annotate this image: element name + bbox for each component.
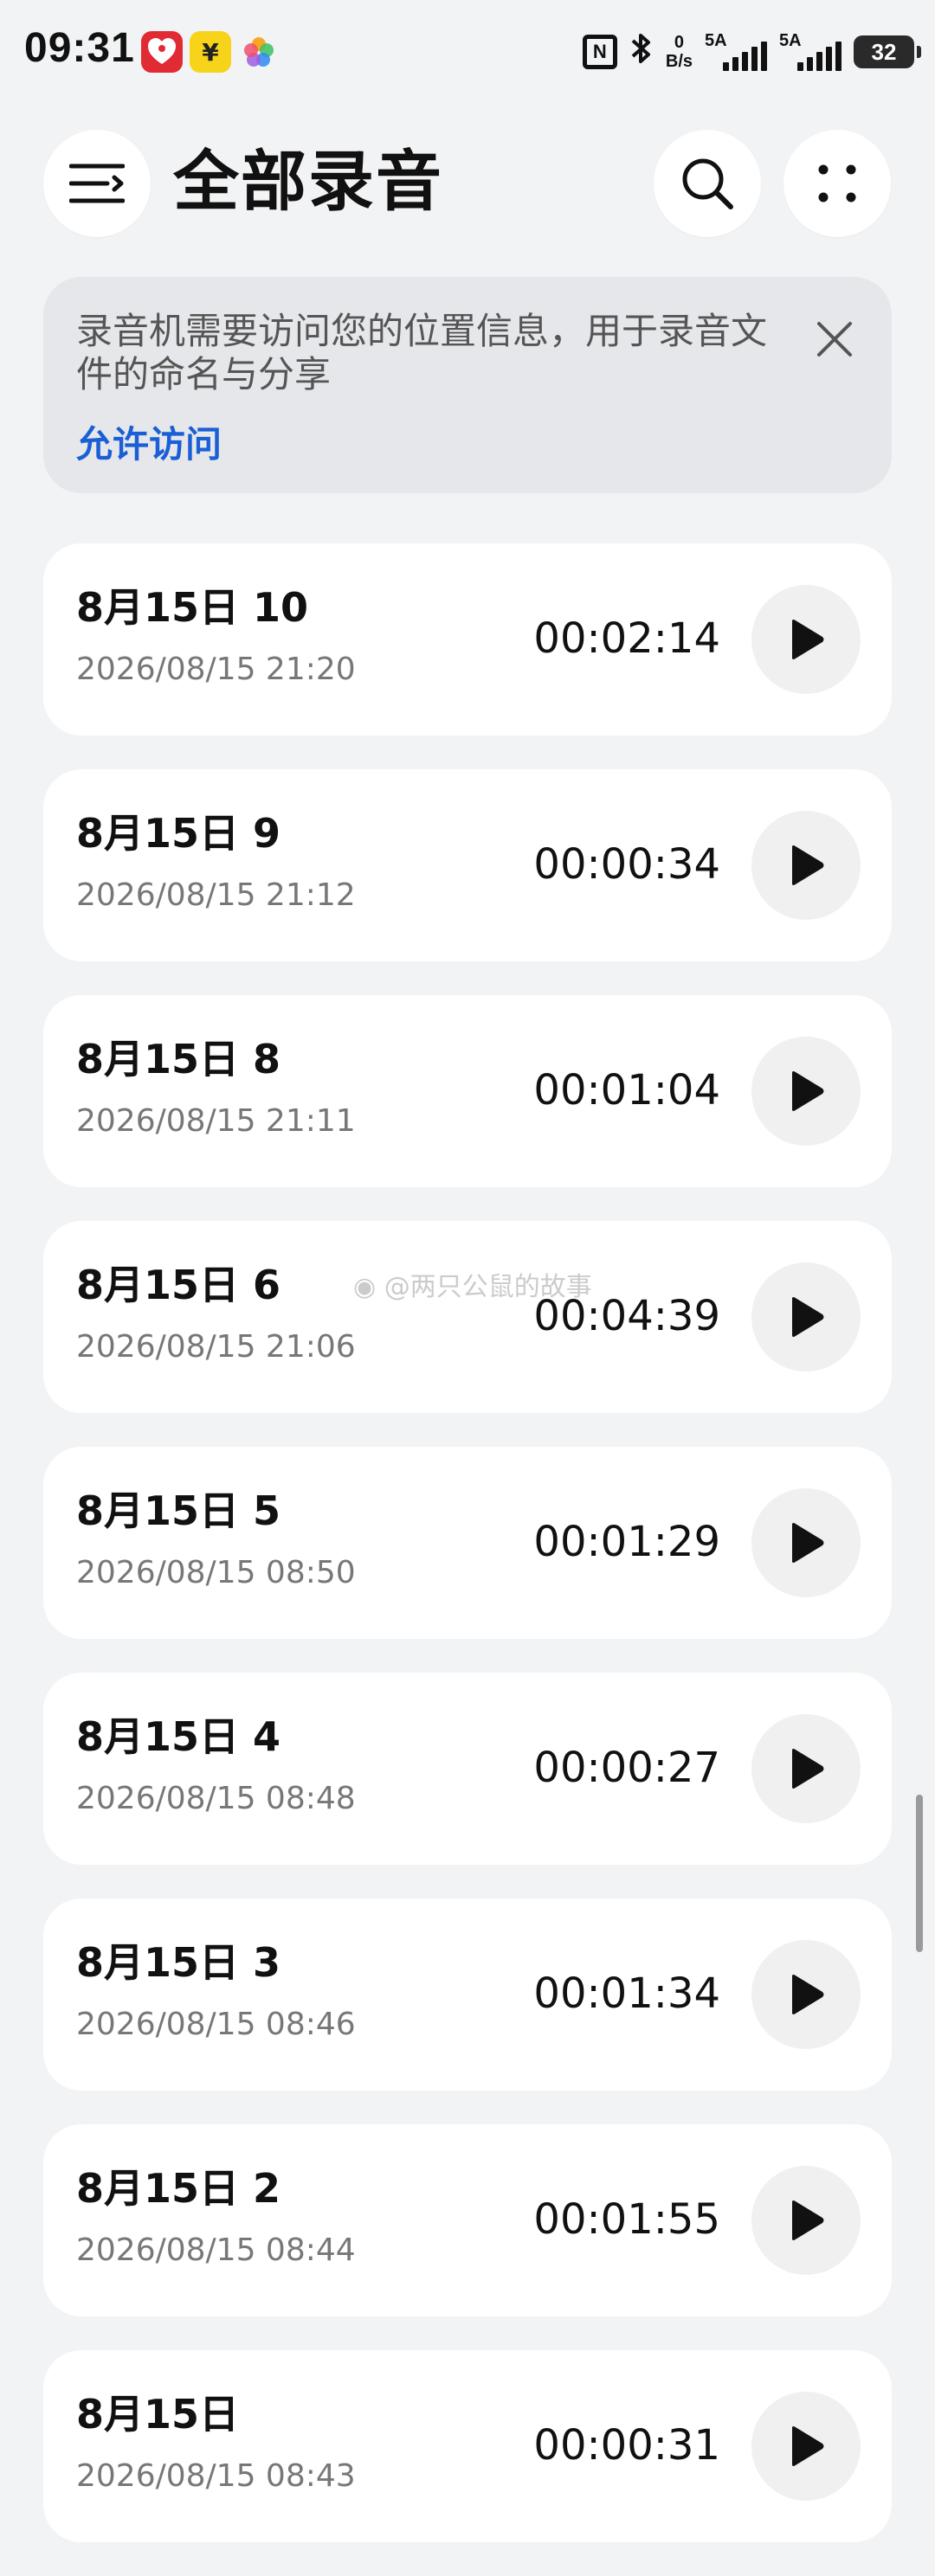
status-time: 09:31 [24,25,135,71]
recording-datetime: 2026/08/15 08:46 [76,2007,356,2042]
recording-item[interactable]: 8月15日 5 2026/08/15 08:50 00:01:29 [43,1447,892,1639]
location-permission-banner: 录音机需要访问您的位置信息，用于录音文件的命名与分享 允许访问 [43,277,892,493]
flower-app-icon [238,31,280,73]
nfc-icon: N [582,35,617,69]
recording-datetime: 2026/08/15 21:11 [76,1103,356,1139]
recording-title: 8月15日 4 [76,1713,281,1760]
play-icon [792,1297,824,1337]
play-icon [792,1071,824,1111]
battery-icon: 32 [854,35,921,68]
recording-item[interactable]: 8月15日 3 2026/08/15 08:46 00:01:34 [43,1898,892,2091]
recording-duration: 00:00:34 [533,840,720,889]
status-indicators: N 0 B/s 5A 5A 32 [582,28,921,76]
recording-title: 8月15日 10 [76,584,309,631]
play-icon [792,2426,824,2466]
recording-item[interactable]: 8月15日 4 2026/08/15 08:48 00:00:27 [43,1673,892,1865]
recording-title: 8月15日 3 [76,1939,281,1986]
play-icon [792,1975,824,2014]
red-app-icon [141,31,183,73]
close-banner-button[interactable] [810,315,859,363]
play-icon [792,2200,824,2240]
recording-item[interactable]: 8月15日 8 2026/08/15 21:11 00:01:04 [43,995,892,1187]
signal-2-icon: 5A [779,31,842,73]
yuan-app-icon: ¥ [190,31,231,73]
recording-title: 8月15日 [76,2391,240,2438]
bluetooth-icon [629,31,654,74]
play-icon [792,1523,824,1563]
net-speed-unit: B/s [665,52,693,71]
play-button[interactable] [751,2166,861,2275]
watermark-text: @两只公鼠的故事 [384,1272,592,1302]
play-button[interactable] [751,1262,861,1372]
search-icon [682,158,733,209]
play-button[interactable] [751,2392,861,2501]
recording-datetime: 2026/08/15 08:43 [76,2458,356,2494]
allow-access-link[interactable]: 允许访问 [76,415,857,468]
app-header: 全部录音 [0,121,935,242]
recording-duration: 00:00:31 [533,2421,720,2470]
recording-list: 8月15日 10 2026/08/15 21:20 00:02:14 8月15日… [43,543,892,2576]
more-options-button[interactable] [783,130,891,237]
recording-datetime: 2026/08/15 21:20 [76,652,356,687]
recording-datetime: 2026/08/15 08:44 [76,2232,356,2268]
recording-duration: 00:02:14 [533,614,720,663]
recording-item[interactable]: 8月15日 2026/08/15 08:43 00:00:31 [43,2350,892,2542]
play-icon [792,1749,824,1789]
network-speed: 0 B/s [666,33,693,71]
permission-message: 录音机需要访问您的位置信息，用于录音文件的命名与分享 [76,310,768,395]
menu-button[interactable] [43,130,151,237]
scrollbar[interactable] [916,1795,923,1952]
recording-datetime: 2026/08/15 21:12 [76,877,356,913]
recording-title: 8月15日 8 [76,1036,281,1082]
recording-title: 8月15日 9 [76,810,281,857]
play-button[interactable] [751,1037,861,1146]
recording-item[interactable]: 8月15日 9 2026/08/15 21:12 00:00:34 [43,769,892,961]
recording-title: 8月15日 6 [76,1262,281,1308]
weibo-icon: ◉ [353,1272,377,1302]
recording-datetime: 2026/08/15 08:50 [76,1555,356,1590]
status-bar: 09:31 ¥ N 0 B/s 5A 5A 32 [0,0,935,104]
play-button[interactable] [751,585,861,694]
search-button[interactable] [654,130,761,237]
recording-title: 8月15日 5 [76,1487,281,1534]
recording-duration: 00:00:27 [533,1744,720,1792]
recording-item[interactable]: 8月15日 2 2026/08/15 08:44 00:01:55 [43,2124,892,2316]
play-icon [792,620,824,659]
recording-item[interactable]: 8月15日 6 2026/08/15 21:06 00:04:39 [43,1221,892,1413]
recording-datetime: 2026/08/15 08:48 [76,1781,356,1816]
play-button[interactable] [751,1488,861,1597]
recording-title: 8月15日 2 [76,2165,281,2212]
page-title: 全部录音 [173,143,443,220]
play-button[interactable] [751,1714,861,1823]
play-icon [792,845,824,885]
play-button[interactable] [751,1940,861,2049]
recording-datetime: 2026/08/15 21:06 [76,1329,356,1365]
recording-item[interactable]: 8月15日 10 2026/08/15 21:20 00:02:14 [43,543,892,736]
watermark: ◉ @两只公鼠的故事 [353,1265,592,1303]
recording-duration: 00:01:29 [533,1518,720,1566]
recording-duration: 00:01:55 [533,2195,720,2244]
play-button[interactable] [751,811,861,920]
signal-1-icon: 5A [705,31,767,73]
net-speed-value: 0 [674,33,684,52]
close-icon [817,322,852,357]
more-dots-icon [818,164,856,202]
recording-duration: 00:01:34 [533,1969,720,2018]
recording-duration: 00:01:04 [533,1066,720,1115]
menu-icon [69,164,125,203]
